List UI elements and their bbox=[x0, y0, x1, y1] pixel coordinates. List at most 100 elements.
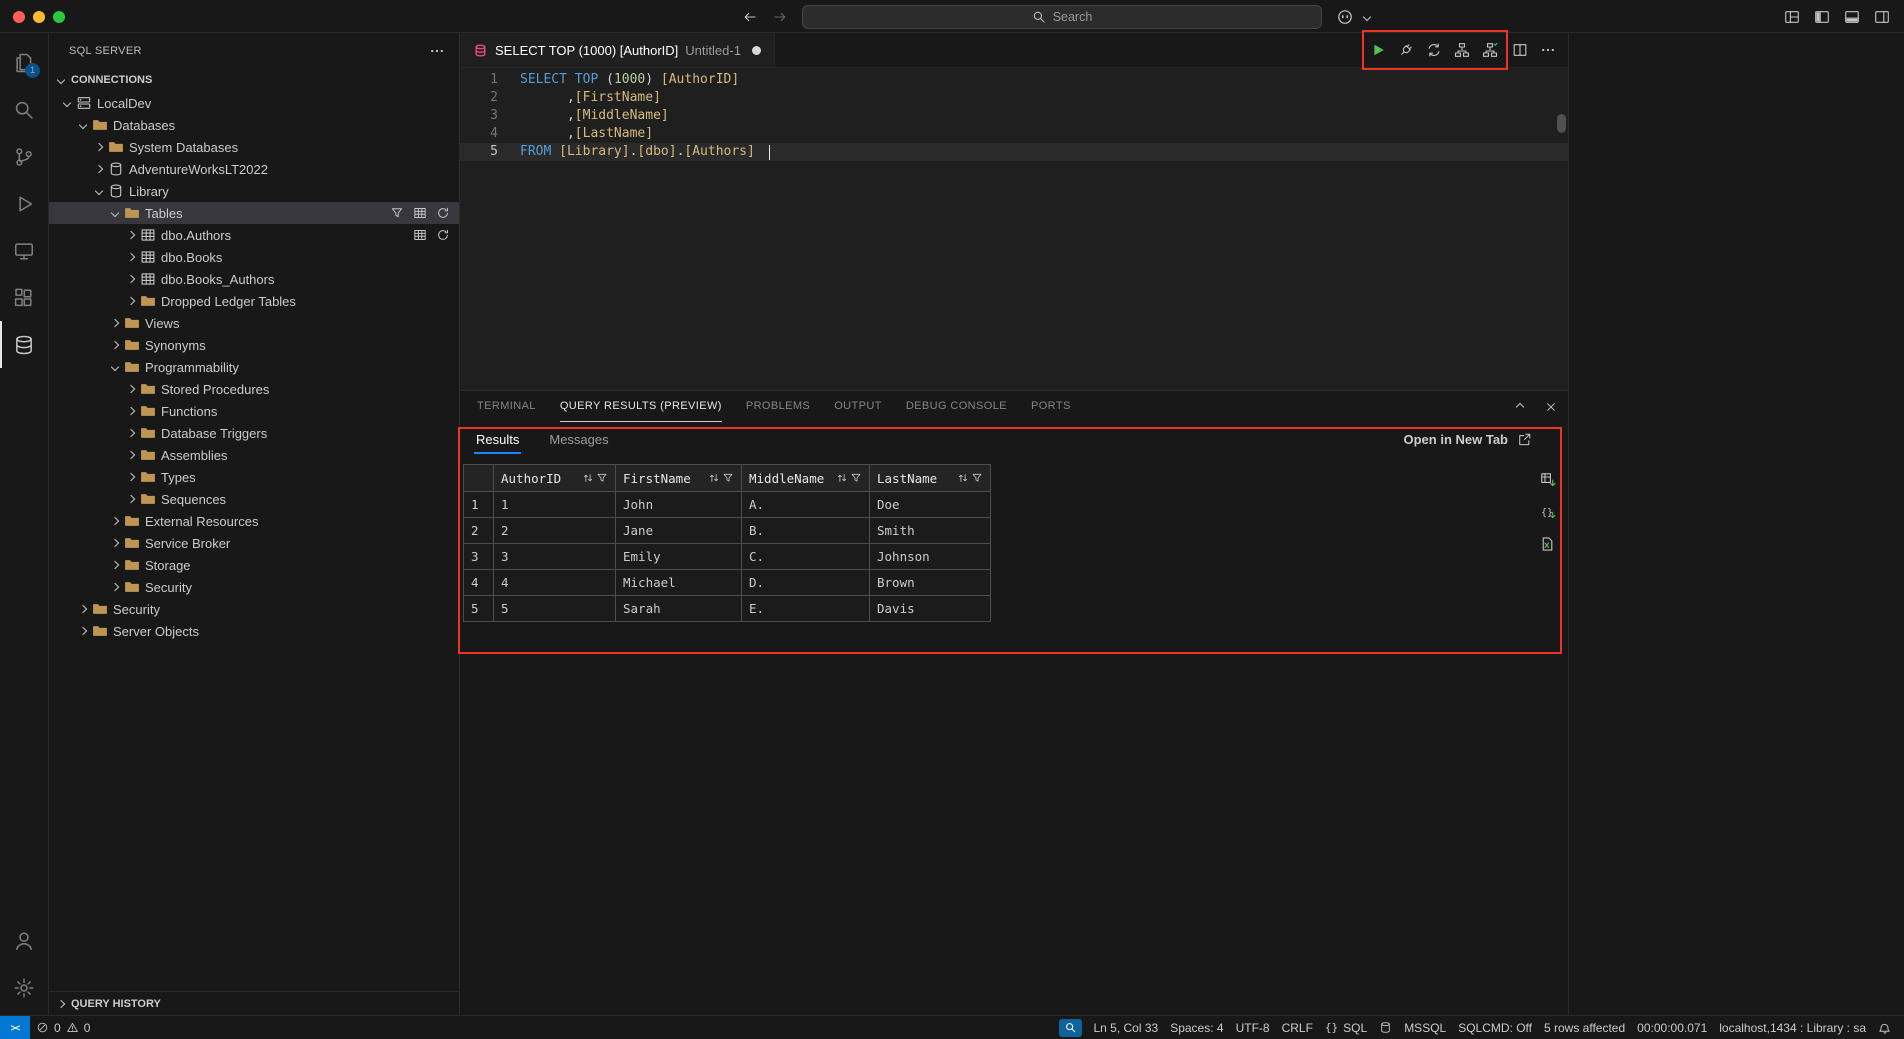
panel-tab-terminal[interactable]: TERMINAL bbox=[477, 391, 536, 422]
save-as-excel-icon[interactable] bbox=[1540, 536, 1556, 552]
panel-close-icon[interactable] bbox=[1544, 400, 1558, 414]
language-mode-status[interactable]: {} SQL bbox=[1319, 1016, 1373, 1039]
tree-item-databases[interactable]: Databases bbox=[49, 114, 459, 136]
code-line-1[interactable]: 1SELECT TOP (1000) [AuthorID] bbox=[460, 71, 1568, 89]
customize-layout-icon[interactable] bbox=[1784, 9, 1800, 25]
query-history-section-header[interactable]: QUERY HISTORY bbox=[49, 991, 459, 1015]
tree-item-library[interactable]: Library bbox=[49, 180, 459, 202]
filter-icon[interactable] bbox=[850, 472, 862, 484]
copilot-menu[interactable] bbox=[1336, 8, 1375, 26]
close-window-button[interactable] bbox=[13, 11, 25, 23]
tree-item-external-resources[interactable]: External Resources bbox=[49, 510, 459, 532]
tree-item-programmability[interactable]: Programmability bbox=[49, 356, 459, 378]
grid-row-number[interactable]: 5 bbox=[464, 596, 494, 622]
grid-cell[interactable]: Brown bbox=[870, 570, 991, 596]
grid-row-number[interactable]: 1 bbox=[464, 492, 494, 518]
tree-item-views[interactable]: Views bbox=[49, 312, 459, 334]
mssql-server-status-icon[interactable] bbox=[1373, 1016, 1398, 1039]
grid-column-header-firstname[interactable]: FirstName bbox=[616, 465, 742, 492]
refresh-icon[interactable] bbox=[436, 228, 450, 242]
grid-cell[interactable]: John bbox=[616, 492, 742, 518]
grid-row[interactable]: 22JaneB.Smith bbox=[464, 518, 991, 544]
tree-item-security[interactable]: Security bbox=[49, 576, 459, 598]
minimize-window-button[interactable] bbox=[33, 11, 45, 23]
tree-item-assemblies[interactable]: Assemblies bbox=[49, 444, 459, 466]
grid-cell[interactable]: B. bbox=[742, 518, 870, 544]
grid-cell[interactable]: 1 bbox=[494, 492, 616, 518]
activity-bar-settings[interactable] bbox=[0, 964, 48, 1011]
tree-item-dropped-ledger-tables[interactable]: Dropped Ledger Tables bbox=[49, 290, 459, 312]
tree-item-storage[interactable]: Storage bbox=[49, 554, 459, 576]
sqlcmd-status[interactable]: SQLCMD: Off bbox=[1452, 1016, 1538, 1039]
filter-icon[interactable] bbox=[722, 472, 734, 484]
zoom-indicator[interactable] bbox=[1059, 1019, 1082, 1037]
table-grid-icon[interactable] bbox=[413, 228, 427, 242]
sort-icon[interactable] bbox=[708, 472, 720, 484]
sort-icon[interactable] bbox=[582, 472, 594, 484]
toggle-secondary-sidebar-icon[interactable] bbox=[1874, 9, 1890, 25]
activity-bar-sql-server[interactable] bbox=[0, 321, 48, 368]
activity-bar-source-control[interactable] bbox=[0, 133, 48, 180]
eol-status[interactable]: CRLF bbox=[1276, 1016, 1319, 1039]
activity-bar-search[interactable] bbox=[0, 86, 48, 133]
grid-cell[interactable]: 5 bbox=[494, 596, 616, 622]
code-line-3[interactable]: 3 ,[MiddleName] bbox=[460, 107, 1568, 125]
grid-row[interactable]: 33EmilyC.Johnson bbox=[464, 544, 991, 570]
filter-icon[interactable] bbox=[596, 472, 608, 484]
grid-cell[interactable]: Smith bbox=[870, 518, 991, 544]
grid-column-header-middlename[interactable]: MiddleName bbox=[742, 465, 870, 492]
tree-item-functions[interactable]: Functions bbox=[49, 400, 459, 422]
results-tab-messages[interactable]: Messages bbox=[547, 425, 610, 454]
disconnect-button[interactable] bbox=[1398, 42, 1414, 58]
tree-item-sequences[interactable]: Sequences bbox=[49, 488, 459, 510]
search-box[interactable]: Search bbox=[802, 5, 1322, 29]
navigate-forward-icon[interactable] bbox=[772, 9, 788, 25]
remote-indicator[interactable]: >< bbox=[0, 1016, 30, 1039]
actual-plan-button[interactable] bbox=[1482, 42, 1498, 58]
grid-cell[interactable]: Doe bbox=[870, 492, 991, 518]
grid-row[interactable]: 11JohnA.Doe bbox=[464, 492, 991, 518]
notifications-bell[interactable] bbox=[1872, 1016, 1898, 1039]
navigate-back-icon[interactable] bbox=[742, 9, 758, 25]
filter-icon[interactable] bbox=[390, 206, 404, 220]
connections-section-header[interactable]: CONNECTIONS bbox=[49, 68, 459, 92]
code-line-2[interactable]: 2 ,[FirstName] bbox=[460, 89, 1568, 107]
sidebar-more-actions-icon[interactable] bbox=[429, 43, 445, 59]
grid-cell[interactable]: 2 bbox=[494, 518, 616, 544]
tree-item-service-broker[interactable]: Service Broker bbox=[49, 532, 459, 554]
encoding-status[interactable]: UTF-8 bbox=[1230, 1016, 1276, 1039]
tree-item-localdev[interactable]: LocalDev bbox=[49, 92, 459, 114]
grid-cell[interactable]: Johnson bbox=[870, 544, 991, 570]
grid-cell[interactable]: Davis bbox=[870, 596, 991, 622]
code-line-4[interactable]: 4 ,[LastName] bbox=[460, 125, 1568, 143]
cursor-position-status[interactable]: Ln 5, Col 33 bbox=[1087, 1016, 1164, 1039]
grid-column-header-lastname[interactable]: LastName bbox=[870, 465, 991, 492]
modified-indicator[interactable] bbox=[752, 46, 761, 55]
tree-item-stored-procedures[interactable]: Stored Procedures bbox=[49, 378, 459, 400]
save-as-json-icon[interactable]: {} bbox=[1540, 504, 1556, 520]
grid-row-number[interactable]: 4 bbox=[464, 570, 494, 596]
mssql-status[interactable]: MSSQL bbox=[1398, 1016, 1452, 1039]
tree-item-adventureworkslt2022[interactable]: AdventureWorksLT2022 bbox=[49, 158, 459, 180]
filter-icon[interactable] bbox=[971, 472, 983, 484]
activity-bar-accounts[interactable] bbox=[0, 917, 48, 964]
tree-item-dbo-books[interactable]: dbo.Books bbox=[49, 246, 459, 268]
code-editor[interactable]: 1SELECT TOP (1000) [AuthorID]2 ,[FirstNa… bbox=[460, 68, 1568, 390]
grid-cell[interactable]: C. bbox=[742, 544, 870, 570]
tree-item-system-databases[interactable]: System Databases bbox=[49, 136, 459, 158]
code-line-5[interactable]: 5FROM [Library].[dbo].[Authors] bbox=[460, 143, 1568, 161]
connection-status[interactable]: localhost,1434 : Library : sa bbox=[1713, 1016, 1872, 1039]
more-actions-button[interactable] bbox=[1540, 42, 1556, 58]
results-tab-results[interactable]: Results bbox=[474, 425, 521, 454]
activity-bar-extensions[interactable] bbox=[0, 274, 48, 321]
grid-row[interactable]: 44MichaelD.Brown bbox=[464, 570, 991, 596]
tree-item-types[interactable]: Types bbox=[49, 466, 459, 488]
indentation-status[interactable]: Spaces: 4 bbox=[1164, 1016, 1229, 1039]
activity-bar-run-and-debug[interactable] bbox=[0, 180, 48, 227]
grid-cell[interactable]: E. bbox=[742, 596, 870, 622]
split-editor-button[interactable] bbox=[1512, 42, 1528, 58]
refresh-icon[interactable] bbox=[436, 206, 450, 220]
editor-tab[interactable]: SELECT TOP (1000) [AuthorID] Untitled-1 bbox=[460, 33, 775, 67]
grid-corner-cell[interactable] bbox=[464, 465, 494, 492]
grid-cell[interactable]: D. bbox=[742, 570, 870, 596]
